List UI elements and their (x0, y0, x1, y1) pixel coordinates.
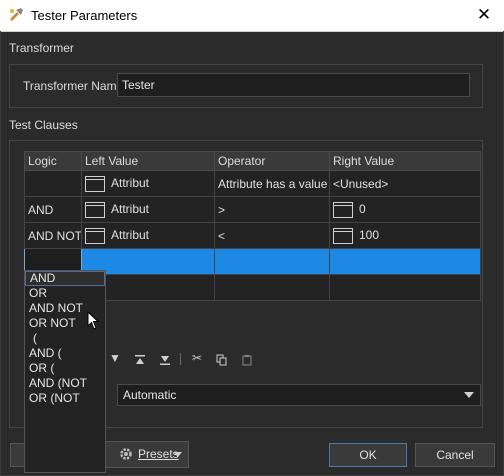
cell-right-value[interactable]: 100 (329, 222, 481, 249)
cell-left-value[interactable]: Attribut (81, 196, 215, 223)
toolbar-separator (180, 353, 181, 365)
close-icon[interactable]: ✕ (474, 5, 494, 25)
section-test-clauses-label: Test Clauses (9, 118, 78, 132)
left-value-text: Attribut (111, 201, 150, 216)
ok-button[interactable]: OK (329, 443, 407, 467)
logic-dropdown-list[interactable]: AND OR AND NOT OR NOT ( AND ( OR ( AND (… (24, 270, 106, 473)
left-value-text: Attribut (111, 175, 150, 190)
logic-option[interactable]: OR (25, 286, 105, 301)
cell-logic[interactable]: AND NOT (24, 222, 82, 249)
right-value-text: 0 (359, 201, 366, 216)
header-left-value[interactable]: Left Value (81, 151, 215, 171)
header-right-value[interactable]: Right Value (329, 151, 481, 171)
logic-option[interactable]: OR (NOT (25, 391, 105, 406)
attribute-icon (85, 175, 105, 192)
cell-operator[interactable]: < (214, 222, 330, 249)
cell-operator[interactable]: > (214, 196, 330, 223)
chevron-down-icon (174, 452, 182, 457)
logic-option[interactable]: AND ( (25, 346, 105, 361)
mouse-pointer-icon (87, 311, 100, 330)
header-operator[interactable]: Operator (214, 151, 330, 171)
comparison-mode-value: Automatic (123, 388, 177, 402)
table-row[interactable]: AND Attribut > 0 (24, 196, 481, 223)
table-row[interactable]: AND NOT Attribut < 100 (24, 222, 481, 249)
copy-icon[interactable] (215, 354, 229, 366)
cell-right-value[interactable]: <Unused> (329, 170, 481, 197)
move-bottom-icon[interactable] (158, 354, 172, 366)
value-icon (333, 227, 353, 244)
paste-icon[interactable] (240, 354, 254, 366)
right-value-text: 100 (359, 227, 380, 242)
section-transformer-label: Transformer (9, 41, 74, 55)
transformer-name-input[interactable]: Tester (117, 73, 470, 97)
title-bar: Tester Parameters ✕ (0, 0, 504, 32)
left-value-text: Attribut (111, 227, 150, 242)
header-logic[interactable]: Logic (24, 151, 82, 171)
transformer-group: Transformer Name: Tester (9, 64, 483, 108)
comparison-mode-select[interactable]: Automatic (117, 384, 481, 406)
presets-label: Presets (138, 447, 179, 461)
cell-operator[interactable]: Attribute has a value (214, 170, 330, 197)
presets-button[interactable]: Presets (97, 441, 189, 468)
cell-left-value[interactable]: Attribut (81, 222, 215, 249)
cell-left-value[interactable]: Attribut (81, 170, 215, 197)
gear-icon (120, 448, 132, 460)
app-icon (10, 8, 23, 21)
logic-option[interactable]: ( (25, 331, 105, 346)
attribute-icon (85, 227, 105, 244)
table-row[interactable]: Attribut Attribute has a value <Unused> (24, 170, 481, 197)
value-icon (333, 201, 353, 218)
cell-operator[interactable] (214, 248, 330, 275)
move-top-icon[interactable] (133, 354, 147, 366)
cell-right-value[interactable] (329, 274, 481, 301)
cell-logic[interactable] (24, 170, 82, 197)
logic-option[interactable]: OR ( (25, 361, 105, 376)
window-title: Tester Parameters (31, 8, 138, 23)
move-down-icon[interactable]: ▼ (108, 351, 122, 365)
chevron-down-icon (464, 392, 474, 398)
cell-right-value[interactable] (329, 248, 481, 275)
cut-icon[interactable]: ✂ (190, 351, 204, 365)
table-header-row: Logic Left Value Operator Right Value (24, 151, 481, 171)
cell-operator[interactable] (214, 274, 330, 301)
transformer-name-label: Transformer Name: (23, 79, 127, 93)
logic-option[interactable]: AND (25, 271, 105, 286)
cell-logic[interactable]: AND (24, 196, 82, 223)
logic-option[interactable]: AND (NOT (25, 376, 105, 391)
cell-right-value[interactable]: 0 (329, 196, 481, 223)
cancel-button[interactable]: Cancel (415, 443, 495, 467)
attribute-icon (85, 201, 105, 218)
